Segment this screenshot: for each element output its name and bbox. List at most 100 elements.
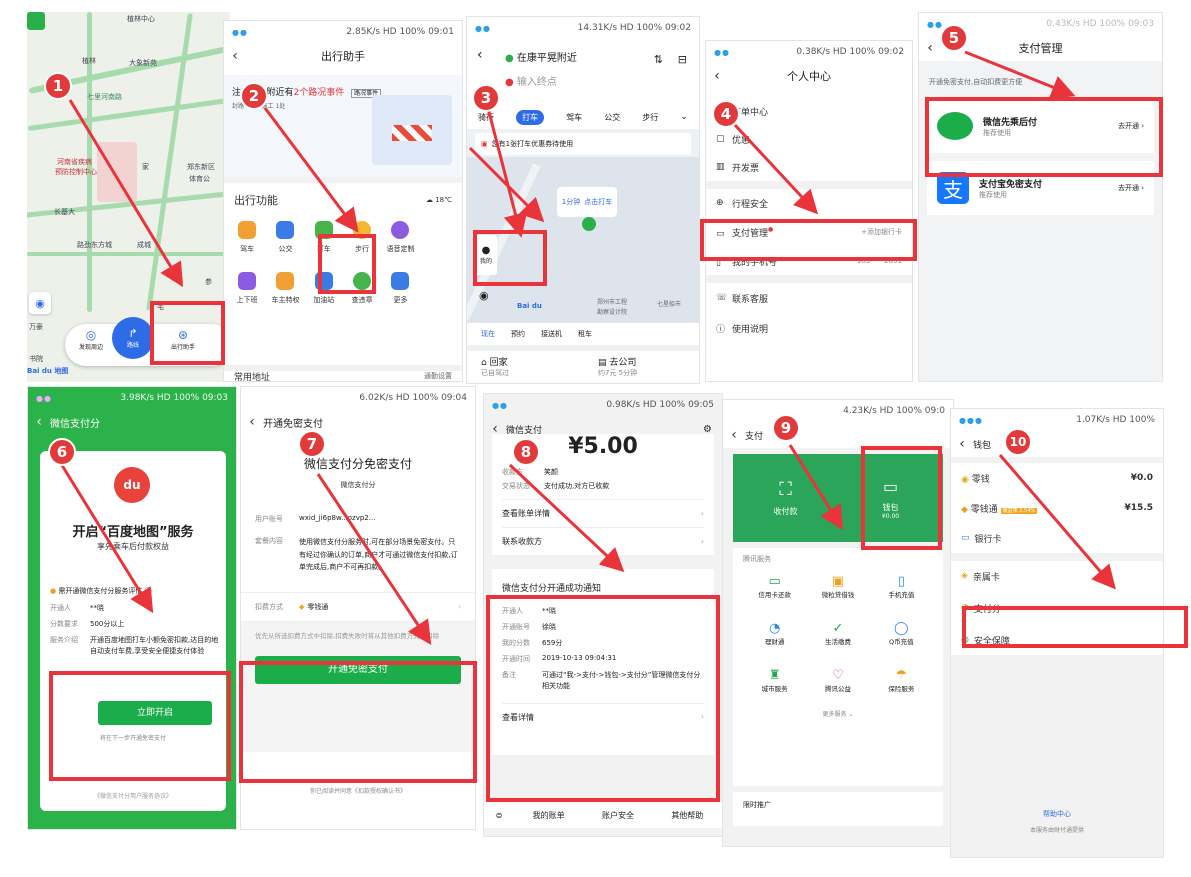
page-title: 个人中心 xyxy=(787,70,831,83)
discover-button[interactable]: ◎ 发现周边 xyxy=(69,328,113,351)
service-credit-card[interactable]: ▭ 信用卡还款 xyxy=(743,574,806,599)
baidu-logo: Bai du xyxy=(517,302,542,310)
pickup-bubble[interactable]: 1分钟 点击打车 xyxy=(557,187,617,217)
alipay-enable-link[interactable]: 去开通 › xyxy=(1118,183,1144,193)
func-drive[interactable]: 驾车 xyxy=(228,221,266,254)
more-services-link[interactable]: 更多服务 ⌄ xyxy=(743,709,933,718)
service-mobile-topup[interactable]: ▯ 手机充值 xyxy=(870,574,933,599)
bus-icon xyxy=(276,221,295,239)
service-loan[interactable]: ▣ 微粒贷借钱 xyxy=(806,574,869,599)
service-charity[interactable]: ♡ 腾讯公益 xyxy=(806,668,869,693)
back-icon[interactable]: ‹ xyxy=(723,427,745,443)
back-icon[interactable]: ‹ xyxy=(224,48,246,64)
wallet-item-lqt[interactable]: ◆ 零钱通 收益率 2.54% ¥15.5 xyxy=(951,493,1163,523)
wallet-item-change[interactable]: ◉ 零钱 ¥0.0 xyxy=(951,463,1163,493)
from-input[interactable]: ● 在康平晃附近 xyxy=(505,49,577,64)
back-icon[interactable]: ‹ xyxy=(484,421,506,437)
tab-taxi[interactable]: 打车 xyxy=(516,109,545,125)
heart-icon: ♡ xyxy=(832,668,844,683)
wallet-list: ◉ 零钱 ¥0.0 ◆ 零钱通 收益率 2.54% ¥15.5 ▭ 银行卡 xyxy=(951,463,1163,553)
menu-trip-safety[interactable]: ⊕ 行程安全 xyxy=(706,189,912,217)
tab-rent[interactable]: 租车 xyxy=(578,329,592,339)
back-icon[interactable]: ‹ xyxy=(28,414,50,430)
priority-note: 优先从所选扣费方式中扣除,扣费失败时将从其他扣费方式中扣除 xyxy=(255,631,440,640)
menu-support[interactable]: ☏ 联系客服 xyxy=(706,283,912,313)
header: ‹ 支付 xyxy=(723,422,953,448)
eye-icon: ◎ xyxy=(85,328,97,342)
func-owner[interactable]: 车主特权 xyxy=(266,272,304,305)
locate-icon[interactable]: ◉ xyxy=(479,289,489,302)
collect-pay-button[interactable]: ⛶ 收付款 xyxy=(733,454,838,542)
home-icon: ⌂ xyxy=(481,358,487,368)
company-shortcut[interactable]: ▤ 去公司 约7元 5分钟 xyxy=(584,351,699,383)
step-5: 5 xyxy=(940,24,968,52)
tab-schedule[interactable]: 预约 xyxy=(511,329,525,339)
locate-icon[interactable]: ◉ xyxy=(29,292,51,314)
service-qcoin[interactable]: ◯ Q币充值 xyxy=(870,621,933,646)
chevron-down-icon[interactable]: ⌄ xyxy=(680,112,688,122)
mode-tabs: 骑行 打车 驾车 公交 步行 ⌄ xyxy=(467,105,699,129)
section-title: 出行功能 xyxy=(234,194,278,207)
eval-notice: ● 需开通微信支付分服务评估 ⓘ xyxy=(50,587,152,595)
help-center-link[interactable]: 帮助中心 xyxy=(951,809,1163,819)
menu-other-help[interactable]: 其他帮助 xyxy=(653,810,722,821)
func-commute[interactable]: 上下班 xyxy=(228,272,266,305)
wallet-item-family-card[interactable]: ◈ 亲属卡 xyxy=(951,561,1163,591)
contact-payee-link[interactable]: 联系收款方 › xyxy=(502,527,704,555)
back-icon[interactable]: ‹ xyxy=(919,40,941,56)
status-text: 1.07K/s HD 100% xyxy=(1076,415,1155,425)
func-bus[interactable]: 公交 xyxy=(266,221,304,254)
menu-my-bills[interactable]: 我的账单 xyxy=(514,810,583,821)
authorization-link[interactable]: 你已阅读并同意《扣款授权确认书》 xyxy=(241,786,475,795)
service-wealth[interactable]: ◔ 理财通 xyxy=(743,621,806,646)
highlight-box xyxy=(861,446,942,550)
bill-detail-link[interactable]: 查看账单详情 › xyxy=(502,499,704,527)
home-shortcut[interactable]: ⌂ 回家 已自驾过 xyxy=(467,351,584,383)
map-label: 预防控制中心 xyxy=(55,168,97,176)
func-more[interactable]: 更多 xyxy=(381,272,419,305)
page-title: 微信支付 xyxy=(506,425,543,436)
map-block xyxy=(97,142,137,202)
map-label: 成城 xyxy=(137,241,151,249)
tab-drive[interactable]: 驾车 xyxy=(566,112,582,123)
panel-payment-management: ●● 0.43K/s HD 100% 09:03 ‹ 支付管理 开通免密支付,自动扣… xyxy=(918,12,1163,382)
service-city[interactable]: ♜ 城市服务 xyxy=(743,668,806,693)
tab-bus[interactable]: 公交 xyxy=(604,112,620,123)
service-insurance[interactable]: ☂ 保险服务 xyxy=(870,668,933,693)
route-label: 路线 xyxy=(126,342,139,349)
family-card-icon: ◈ xyxy=(961,571,968,581)
func-voice[interactable]: 语音定制 xyxy=(381,221,419,254)
keyboard-icon[interactable]: ⊜ xyxy=(484,811,514,820)
deduction-method[interactable]: 扣费方式 ◆ 零钱通 › xyxy=(241,591,475,622)
back-icon[interactable]: ‹ xyxy=(241,414,263,430)
coupon-banner[interactable]: ▣ 您有1张打车优惠券待使用 xyxy=(475,133,691,155)
back-icon[interactable]: ‹ xyxy=(951,436,973,452)
back-icon[interactable]: ‹ xyxy=(477,47,483,63)
coupon-icon: ▣ xyxy=(481,140,488,148)
headline: 微信支付分免密支付 xyxy=(303,457,412,471)
more-icon[interactable]: ⊟ xyxy=(678,53,687,66)
wallet-item-bankcard[interactable]: ▭ 银行卡 xyxy=(951,523,1163,553)
agreement-link[interactable]: 《微信支付分用户服务协议》 xyxy=(40,791,226,800)
menu-help[interactable]: ⓘ 使用说明 xyxy=(706,313,912,343)
to-input[interactable]: ● 输入终点 xyxy=(505,73,557,88)
tab-airport[interactable]: 接送机 xyxy=(541,329,562,339)
status-text: 2.85K/s HD 100% 09:01 xyxy=(346,27,454,37)
gear-icon[interactable]: ⚙ xyxy=(703,424,712,435)
menu-account-security[interactable]: 账户安全 xyxy=(583,810,652,821)
menu-coupons[interactable]: ▢ 优惠 xyxy=(706,125,912,153)
common-addresses[interactable]: 常用地址 通勤设置 xyxy=(224,365,462,381)
back-icon[interactable]: ‹ xyxy=(706,68,728,84)
status-bar: 6.02K/s HD 100% 09:04 xyxy=(241,387,475,409)
menu-invoice[interactable]: ▥ 开发票 xyxy=(706,153,912,181)
swap-icon[interactable]: ⇅ xyxy=(654,53,663,66)
service-utilities[interactable]: ✓ 生活缴费 xyxy=(806,621,869,646)
tab-walk[interactable]: 步行 xyxy=(642,112,658,123)
highlight-box xyxy=(239,661,477,783)
step-6: 6 xyxy=(48,438,76,466)
page-title: 支付管理 xyxy=(1018,42,1063,55)
route-button[interactable]: ↱ 路线 xyxy=(112,317,154,359)
tab-now[interactable]: 现在 xyxy=(481,329,495,339)
tab-bike[interactable]: 骑行 xyxy=(478,112,494,123)
signal-icon: ●●● xyxy=(959,415,983,425)
